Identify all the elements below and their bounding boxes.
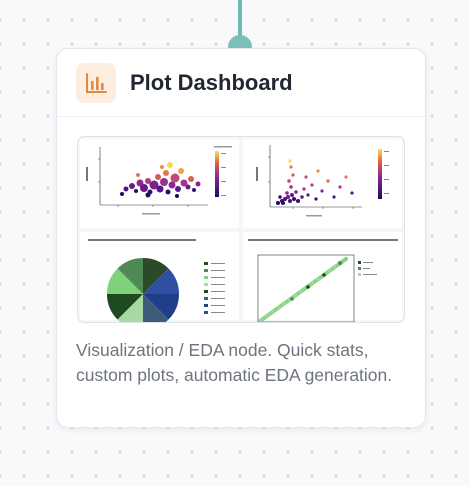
plot-dashboard-node[interactable]: Plot Dashboard Visualization / EDA node.… — [56, 48, 426, 428]
node-description: Visualization / EDA node. Quick stats, c… — [76, 340, 393, 385]
input-connector-line — [238, 0, 242, 40]
bar-chart-icon — [76, 63, 116, 103]
node-header: Plot Dashboard — [57, 49, 425, 117]
plot-preview-thumbnail — [77, 136, 405, 323]
node-title: Plot Dashboard — [130, 70, 293, 95]
